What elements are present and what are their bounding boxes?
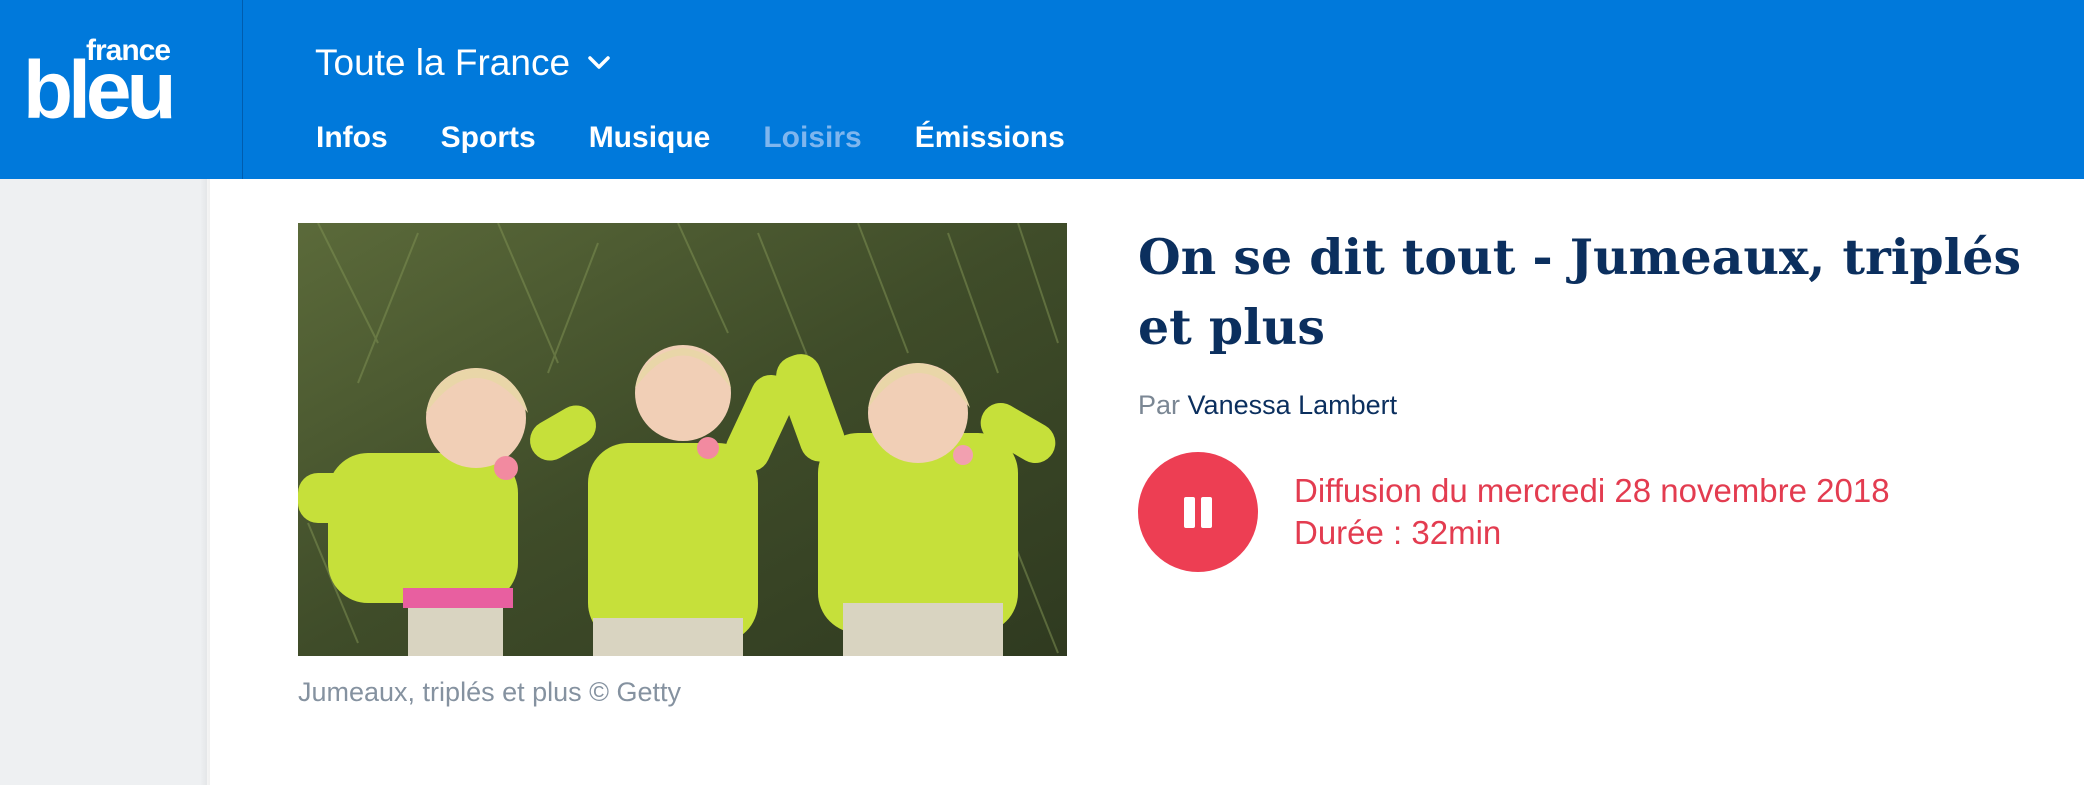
- episode-title: On se dit tout - Jumeaux, triplés et plu…: [1138, 228, 2022, 356]
- gutter-shadow: [200, 179, 210, 785]
- top-navigation-bar: france bleu Toute la France Infos Sports…: [0, 0, 2084, 179]
- region-selector[interactable]: Toute la France: [315, 38, 614, 88]
- broadcast-date: Diffusion du mercredi 28 novembre 2018: [1294, 472, 1890, 509]
- logo-bleu-text: bleu: [23, 45, 177, 136]
- image-caption: Jumeaux, triplés et plus © Getty: [298, 677, 682, 707]
- nav-item-loisirs[interactable]: Loisirs: [763, 118, 861, 158]
- pause-button[interactable]: [1138, 452, 1258, 572]
- nav-item-infos[interactable]: Infos: [316, 118, 388, 158]
- byline: Par Vanessa Lambert: [1138, 390, 1397, 421]
- episode-photo: [298, 223, 1067, 656]
- chevron-down-icon: [588, 56, 610, 69]
- left-gutter: [0, 179, 207, 785]
- author-link[interactable]: Vanessa Lambert: [1188, 390, 1398, 420]
- nav-item-musique[interactable]: Musique: [589, 118, 711, 158]
- main-nav: Infos Sports Musique Loisirs Émissions: [316, 118, 1118, 158]
- byline-prefix: Par: [1138, 390, 1181, 420]
- nav-item-sports[interactable]: Sports: [441, 118, 536, 158]
- region-label: Toute la France: [315, 42, 571, 83]
- episode-image: [298, 223, 1067, 656]
- france-bleu-logo[interactable]: france bleu: [0, 0, 243, 179]
- episode-duration: Durée : 32min: [1294, 514, 1502, 551]
- nav-item-emissions[interactable]: Émissions: [915, 118, 1065, 158]
- broadcast-info: Diffusion du mercredi 28 novembre 2018 D…: [1294, 470, 1890, 554]
